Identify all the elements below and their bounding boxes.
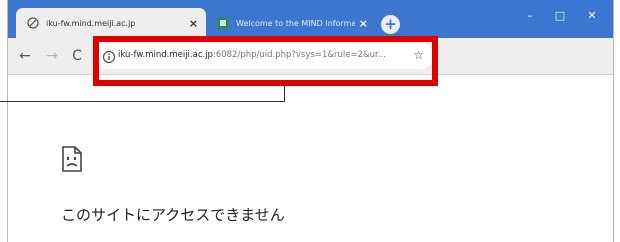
sad-page-icon [61, 146, 83, 172]
reload-button[interactable]: C [68, 47, 86, 65]
tab-title: iku-fw.mind.meiji.ac.jp [46, 18, 136, 28]
callout-line-horizontal [0, 101, 285, 102]
minimize-button[interactable]: – [515, 6, 545, 26]
maximize-button[interactable]: □ [545, 6, 575, 26]
tab-inactive[interactable]: Welcome to the MIND Informati × [206, 8, 376, 38]
tab-close-button[interactable]: × [189, 17, 198, 30]
tab-active[interactable]: iku-fw.mind.meiji.ac.jp × [16, 8, 206, 38]
url-highlight-box [93, 36, 438, 86]
site-favicon-icon [216, 17, 229, 30]
forward-button[interactable]: → [43, 47, 61, 65]
tab-close-button[interactable]: × [359, 17, 368, 30]
close-window-button[interactable]: ✕ [577, 6, 607, 26]
globe-icon [26, 17, 39, 30]
title-bar: iku-fw.mind.meiji.ac.jp × Welcome to the… [8, 0, 613, 38]
tab-title: Welcome to the MIND Informati [236, 18, 355, 28]
back-button[interactable]: ← [16, 47, 34, 65]
new-tab-button[interactable]: + [381, 15, 400, 34]
error-message: このサイトにアクセスできません [61, 206, 285, 224]
callout-line-vertical [284, 86, 285, 102]
